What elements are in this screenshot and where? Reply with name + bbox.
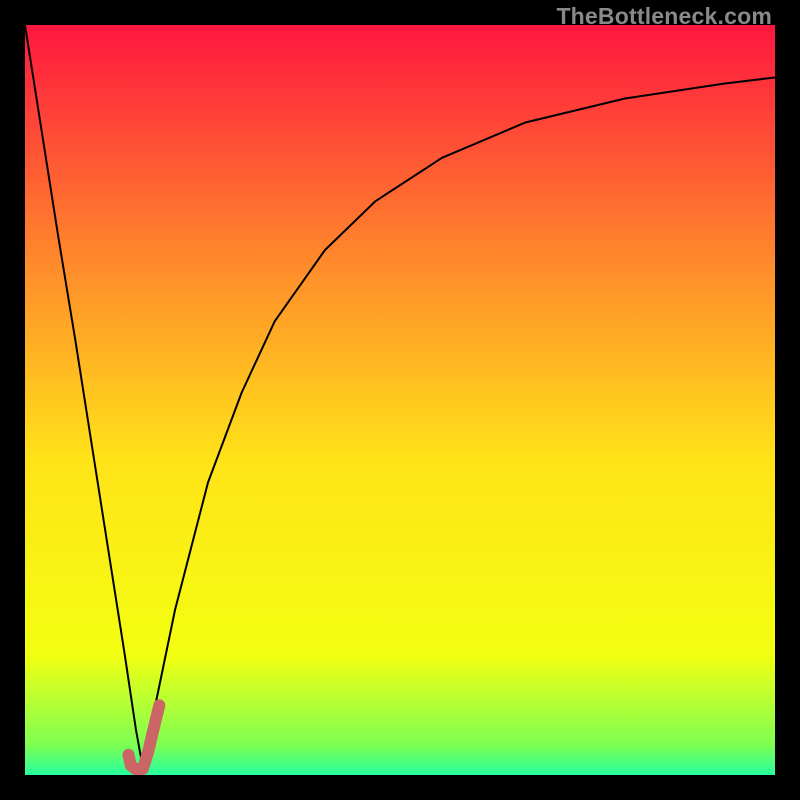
bottleneck-curve <box>25 25 775 768</box>
chart-lines <box>25 25 775 775</box>
chart-frame: TheBottleneck.com <box>0 0 800 800</box>
watermark-text: TheBottleneck.com <box>556 3 772 30</box>
plot-area <box>25 25 775 775</box>
